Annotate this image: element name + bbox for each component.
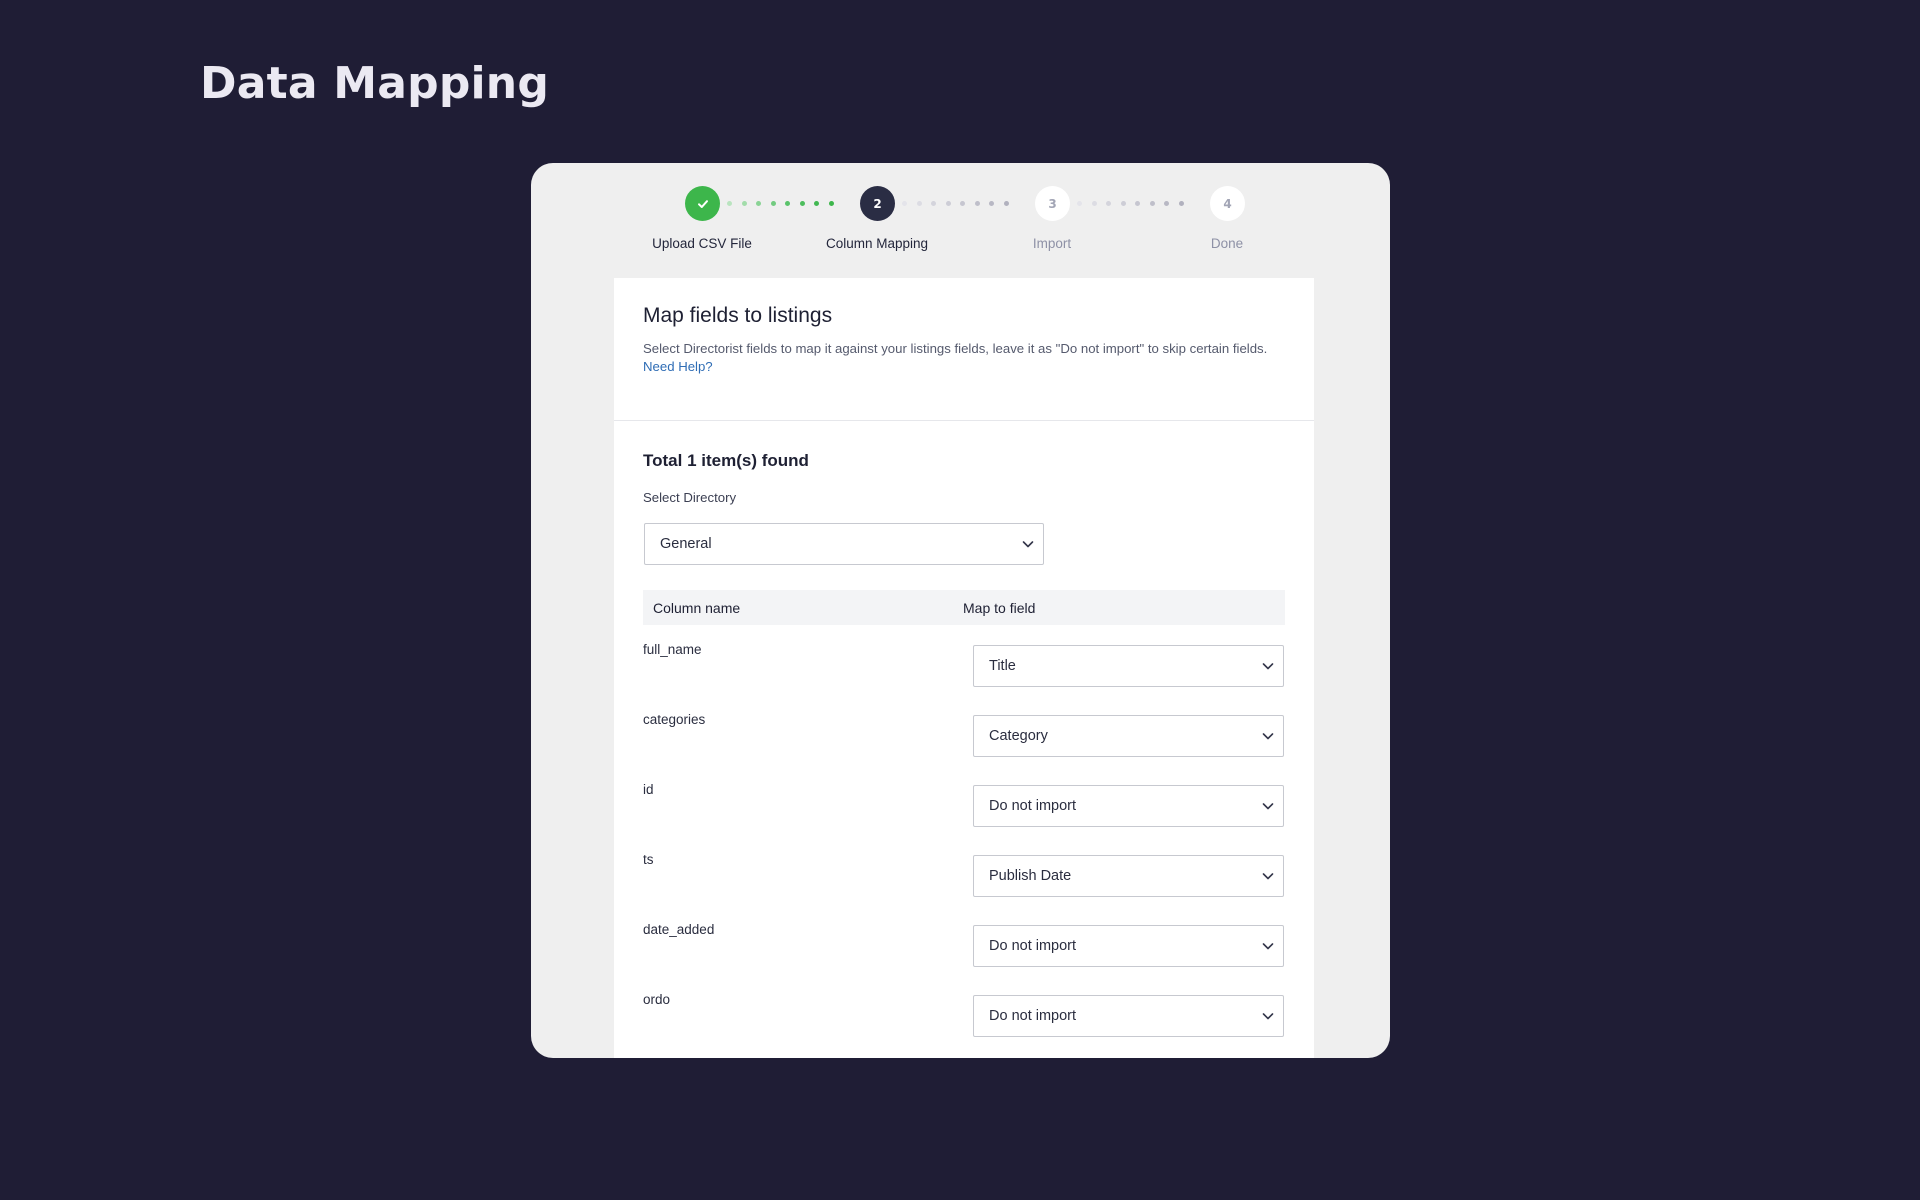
table-row: date_added Do not import bbox=[643, 905, 1285, 975]
step-connector-1 bbox=[727, 201, 834, 206]
chevron-down-icon bbox=[1262, 873, 1274, 880]
select-directory-label: Select Directory bbox=[643, 490, 737, 505]
step-connector-3 bbox=[1077, 201, 1184, 206]
column-name: ts bbox=[643, 852, 654, 867]
map-field-select[interactable]: Do not import bbox=[973, 995, 1284, 1037]
table-row: full_name Title bbox=[643, 625, 1285, 695]
table-row: ordo Do not import bbox=[643, 975, 1285, 1045]
directory-select[interactable]: General bbox=[644, 523, 1044, 565]
step-1-label: Upload CSV File bbox=[652, 236, 752, 251]
column-name: date_added bbox=[643, 922, 715, 937]
chevron-down-icon bbox=[1262, 663, 1274, 670]
panel-title: Map fields to listings bbox=[643, 304, 833, 327]
map-field-value: Do not import bbox=[989, 938, 1077, 954]
map-field-select[interactable]: Category bbox=[973, 715, 1284, 757]
column-name: categories bbox=[643, 712, 706, 727]
chevron-down-icon bbox=[1262, 943, 1274, 950]
panel-description: Select Directorist fields to map it agai… bbox=[643, 341, 1268, 356]
map-field-value: Title bbox=[989, 658, 1016, 674]
step-4-label: Done bbox=[1210, 236, 1244, 251]
chevron-down-icon bbox=[1262, 733, 1274, 740]
items-found-heading: Total 1 item(s) found bbox=[643, 451, 809, 470]
chevron-down-icon bbox=[1262, 803, 1274, 810]
page-title: Data Mapping bbox=[200, 58, 550, 109]
map-field-value: Do not import bbox=[989, 798, 1077, 814]
step-2-number: 2 bbox=[860, 186, 895, 221]
column-name: ordo bbox=[643, 992, 671, 1007]
table-row: id Do not import bbox=[643, 765, 1285, 835]
import-card: 2 3 4 Upload CSV File Column Mapping Imp… bbox=[531, 163, 1390, 1058]
map-field-select[interactable]: Publish Date bbox=[973, 855, 1284, 897]
map-field-select[interactable]: Do not import bbox=[973, 925, 1284, 967]
step-1-done-icon bbox=[685, 186, 720, 221]
column-name: id bbox=[643, 782, 654, 797]
step-4-number: 4 bbox=[1210, 186, 1245, 221]
map-field-select[interactable]: Title bbox=[973, 645, 1284, 687]
step-2-label: Column Mapping bbox=[825, 236, 929, 251]
column-name-header: Column name bbox=[653, 599, 741, 616]
mapping-panel: Map fields to listings Select Directoris… bbox=[614, 278, 1314, 1058]
map-field-value: Category bbox=[989, 728, 1048, 744]
directory-select-value: General bbox=[660, 536, 712, 552]
need-help-link[interactable]: Need Help? bbox=[643, 359, 713, 374]
chevron-down-icon bbox=[1262, 1013, 1274, 1020]
chevron-down-icon bbox=[1022, 541, 1034, 548]
mapping-table-header: Column name Map to field bbox=[643, 590, 1285, 625]
map-field-select[interactable]: Do not import bbox=[973, 785, 1284, 827]
map-field-value: Do not import bbox=[989, 1008, 1077, 1024]
step-3-label: Import bbox=[1032, 236, 1072, 251]
map-field-value: Publish Date bbox=[989, 868, 1072, 884]
table-row: ts Publish Date bbox=[643, 835, 1285, 905]
panel-body: Total 1 item(s) found Select Directory G… bbox=[614, 421, 1314, 1045]
map-to-field-header: Map to field bbox=[963, 599, 1036, 616]
panel-header: Map fields to listings Select Directoris… bbox=[614, 278, 1314, 421]
step-3-number: 3 bbox=[1035, 186, 1070, 221]
import-stepper: 2 3 4 Upload CSV File Column Mapping Imp… bbox=[531, 163, 1390, 263]
column-name: full_name bbox=[643, 642, 702, 657]
table-row: categories Category bbox=[643, 695, 1285, 765]
step-connector-2 bbox=[902, 201, 1009, 206]
